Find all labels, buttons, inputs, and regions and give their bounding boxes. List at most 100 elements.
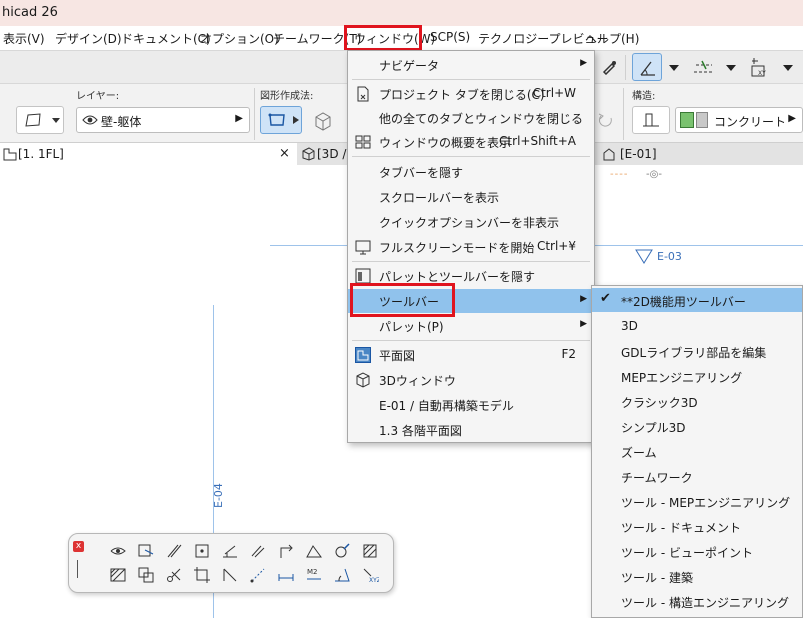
- menu-item-label: プロジェクト タブを閉じる(C): [379, 88, 545, 102]
- grid-label-e03: E-03: [657, 250, 682, 263]
- tab-floor-plan-label: [1. 1FL]: [18, 147, 64, 161]
- submenu-item-label: **2D機能用ツールバー: [621, 295, 746, 309]
- menu-item-label: 1.3 各階平面図: [379, 424, 462, 438]
- dropdown-arrow-icon[interactable]: [782, 63, 794, 73]
- submenu-item-tools-document[interactable]: ツール - ドキュメント: [592, 514, 802, 538]
- point-box-icon[interactable]: [193, 542, 211, 560]
- structure-select[interactable]: コンクリート ▶: [675, 107, 803, 133]
- submenu-item-tools-architecture[interactable]: ツール - 建築: [592, 564, 802, 588]
- menu-item-hide-quick-options[interactable]: クイックオプションバーを非表示: [348, 210, 594, 234]
- submenu-item-zoom[interactable]: ズーム: [592, 439, 802, 463]
- submenu-item-label: ツール - ドキュメント: [621, 521, 741, 535]
- tab-3d-label: [3D /: [317, 147, 347, 161]
- menu-item-hide-tabbar[interactable]: タブバーを隠す: [348, 160, 594, 184]
- hatch-fill-icon[interactable]: [361, 542, 379, 560]
- angle-measure-icon[interactable]: [333, 566, 351, 584]
- menu-item-e01-model[interactable]: E-01 / 自動再構築モデル: [348, 393, 594, 417]
- measure-diagonal-icon[interactable]: [249, 566, 267, 584]
- xyz-coordinate-icon[interactable]: XYZ: [361, 566, 379, 584]
- menu-item-label: パレット(P): [379, 320, 444, 334]
- angle-dimension-button[interactable]: [632, 53, 662, 81]
- layer-select[interactable]: 壁-躯体 ▶: [76, 107, 250, 133]
- menu-item-fullscreen[interactable]: フルスクリーンモードを開始 Ctrl+¥: [348, 235, 594, 259]
- menu-scp[interactable]: SCP(S): [430, 30, 470, 44]
- menu-item-palettes[interactable]: パレット(P) ▶: [348, 314, 594, 338]
- scissors-icon[interactable]: [165, 566, 183, 584]
- menu-item-window-overview[interactable]: ウィンドウの概要を表示 Ctrl+Shift+A: [348, 130, 594, 154]
- crop-icon[interactable]: [193, 566, 211, 584]
- submenu-item-gdl[interactable]: GDLライブラリ部品を編集: [592, 339, 802, 363]
- submenu-item-tools-mep[interactable]: ツール - MEPエンジニアリング: [592, 489, 802, 513]
- submenu-item-classic-3d[interactable]: クラシック3D: [592, 389, 802, 413]
- submenu-item-teamwork[interactable]: チームワーク: [592, 464, 802, 488]
- eye-visibility-icon[interactable]: [109, 542, 127, 560]
- submenu-item-label: チームワーク: [621, 471, 693, 485]
- menu-separator: [352, 340, 590, 341]
- checkmark-icon: ✔: [600, 291, 611, 306]
- menu-item-3d-window[interactable]: 3Dウィンドウ: [348, 368, 594, 392]
- menu-item-label: 他の全てのタブとウィンドウを閉じる: [379, 112, 584, 126]
- submenu-item-simple-3d[interactable]: シンプル3D: [592, 414, 802, 438]
- menu-item-shortcut: F2: [561, 347, 576, 361]
- coordinate-xy-icon[interactable]: XY: [750, 56, 774, 78]
- angle-tool-icon[interactable]: [305, 542, 323, 560]
- menu-help[interactable]: ヘルプ(H): [585, 30, 639, 47]
- parallel-line-icon[interactable]: [165, 542, 183, 560]
- menu-item-close-project-tab[interactable]: プロジェクト タブを閉じる(C) Ctrl+W: [348, 82, 594, 106]
- cube-icon[interactable]: [312, 111, 334, 131]
- tab-elevation[interactable]: [E-01]: [595, 143, 803, 165]
- eyedropper-icon[interactable]: [601, 59, 617, 75]
- submenu-item-label: 3D: [621, 319, 638, 333]
- hatch-swatch-icon: [680, 112, 694, 128]
- menu-item-floor-plan[interactable]: 平面図 F2: [348, 343, 594, 367]
- angle-icon: [640, 61, 655, 76]
- chevron-right-icon: ▶: [788, 113, 796, 124]
- floor-plan-icon: [3, 148, 17, 161]
- menu-item-close-other-tabs[interactable]: 他の全てのタブとウィンドウを閉じる: [348, 106, 594, 130]
- submenu-item-mep[interactable]: MEPエンジニアリング: [592, 364, 802, 388]
- menu-item-shortcut: Ctrl+Shift+A: [499, 134, 576, 148]
- structure-wall-icon: [643, 113, 659, 127]
- linear-dimension-icon[interactable]: [277, 566, 295, 584]
- menu-document[interactable]: ドキュメント(C): [121, 30, 211, 47]
- svg-text:M2: M2: [307, 568, 318, 576]
- menu-view[interactable]: 表示(V): [3, 30, 45, 47]
- stair-icon[interactable]: [221, 542, 239, 560]
- geometry-straight-button[interactable]: [260, 106, 302, 134]
- tab-floor-plan[interactable]: [1. 1FL] ×: [0, 143, 296, 165]
- wall-type-button[interactable]: [16, 106, 64, 134]
- palette-close-icon[interactable]: x: [73, 541, 84, 552]
- diagonal-line-icon[interactable]: [221, 566, 239, 584]
- menu-item-floor-plans[interactable]: 1.3 各階平面図: [348, 418, 594, 442]
- dropdown-arrow-icon[interactable]: [725, 63, 737, 73]
- hatch-box-icon[interactable]: [109, 566, 127, 584]
- close-tab-icon[interactable]: ×: [279, 146, 290, 161]
- menu-item-show-scrollbars[interactable]: スクロールバーを表示: [348, 185, 594, 209]
- dimension-icon[interactable]: [692, 57, 716, 77]
- menu-options[interactable]: オプション(O): [200, 30, 279, 47]
- menu-item-label: フルスクリーンモードを開始: [379, 241, 535, 255]
- structure-type-button[interactable]: [632, 106, 670, 134]
- submenu-item-2d-toolbar[interactable]: ✔ **2D機能用ツールバー: [592, 288, 802, 312]
- menu-item-navigator[interactable]: ナビゲータ ▶: [348, 53, 594, 77]
- select-arrow-icon[interactable]: [137, 542, 155, 560]
- grid-marker-triangle-icon: [635, 249, 653, 264]
- tab-elevation-label: [E-01]: [620, 147, 657, 161]
- dropdown-arrow-icon[interactable]: [668, 63, 680, 73]
- overlap-boxes-icon[interactable]: [137, 566, 155, 584]
- compass-icon[interactable]: [333, 542, 351, 560]
- submenu-item-tools-viewpoint[interactable]: ツール - ビューポイント: [592, 539, 802, 563]
- title-bar: hicad 26: [0, 0, 803, 26]
- menu-design[interactable]: デザイン(D): [55, 30, 122, 47]
- submenu-item-tools-structural[interactable]: ツール - 構造エンジニアリング: [592, 589, 802, 613]
- submenu-item-label: MEPエンジニアリング: [621, 371, 743, 385]
- area-m2-icon[interactable]: M2: [305, 566, 323, 584]
- offset-line-icon[interactable]: [249, 542, 267, 560]
- tab-3d[interactable]: [3D /: [297, 143, 349, 165]
- 3d-window-icon: [356, 372, 370, 388]
- grid-overview-icon: [355, 135, 371, 149]
- undo-rotate-icon[interactable]: [597, 112, 615, 128]
- submenu-item-3d[interactable]: 3D: [592, 314, 802, 338]
- layer-value: 壁-躯体: [101, 115, 142, 129]
- corner-arrow-icon[interactable]: [277, 542, 295, 560]
